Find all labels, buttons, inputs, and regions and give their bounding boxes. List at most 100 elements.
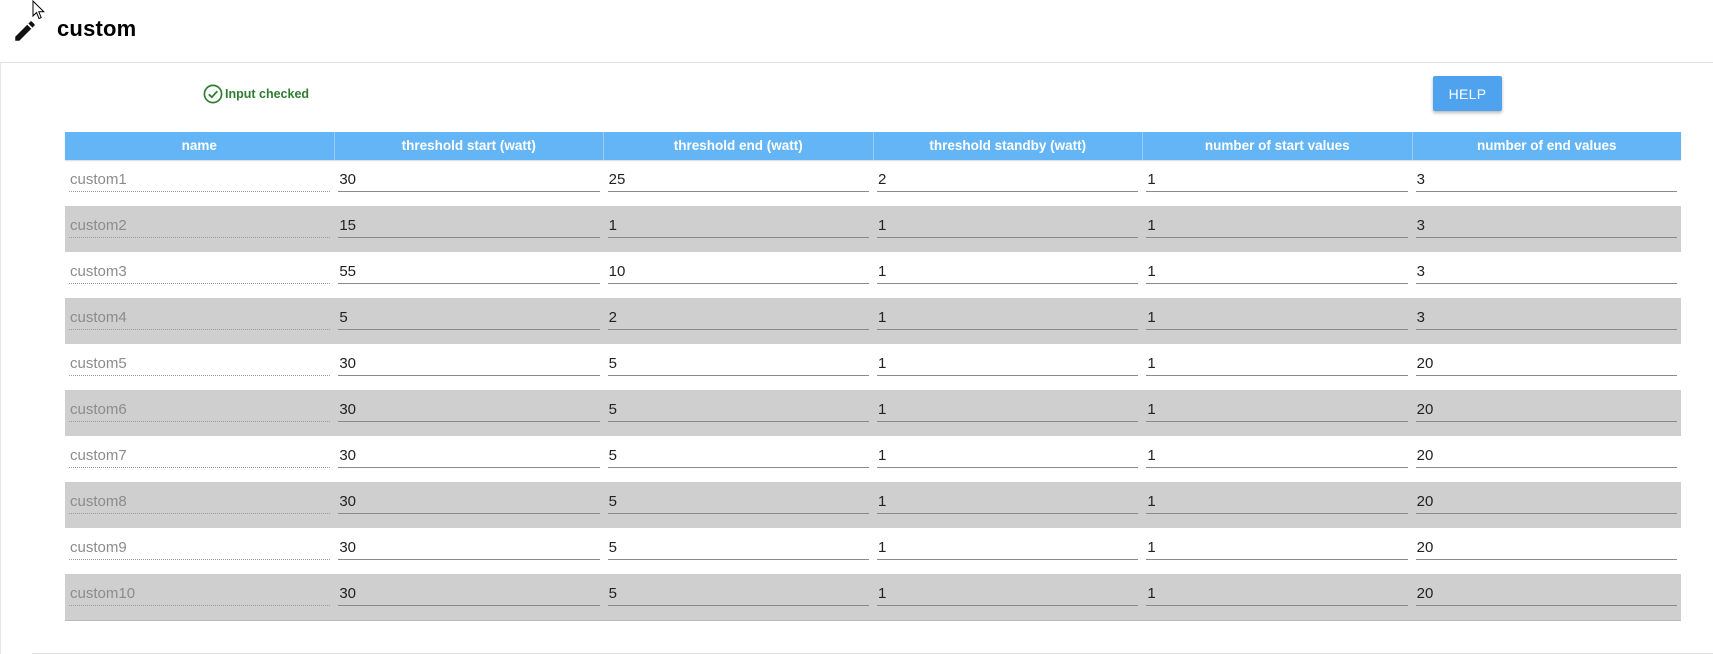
start-values-field[interactable]: 1 [1146,214,1408,238]
threshold-end-field[interactable]: 5 [607,444,869,468]
table-cell: 30 [334,574,603,620]
table-cell: custom2 [65,206,334,252]
table-cell: 1 [873,390,1142,436]
threshold-standby-field[interactable]: 2 [876,168,1139,192]
threshold-start-field[interactable]: 30 [338,398,600,422]
table-cell: 10 [604,252,873,298]
start-values-field[interactable]: 1 [1146,168,1408,192]
threshold-standby-field[interactable]: 1 [876,306,1139,330]
name-field[interactable]: custom5 [69,352,331,376]
name-field[interactable]: custom10 [69,582,331,606]
threshold-start-field[interactable]: 15 [338,214,600,238]
name-field[interactable]: custom9 [69,536,331,560]
table-cell: 1 [873,482,1142,528]
table-cell: custom7 [65,436,334,482]
table-cell: custom8 [65,482,334,528]
table-cell: 5 [604,344,873,390]
threshold-standby-field[interactable]: 1 [876,490,1139,514]
table-cell: 3 [1412,160,1681,206]
start-values-field[interactable]: 1 [1146,490,1408,514]
table-row: custom1 30 25 2 1 3 [65,160,1681,206]
table-cell: 1 [873,574,1142,620]
start-values-field[interactable]: 1 [1146,536,1408,560]
end-values-field[interactable]: 3 [1415,306,1677,330]
end-values-field[interactable]: 20 [1415,398,1677,422]
table-cell: 5 [604,528,873,574]
table-row: custom4 5 2 1 1 3 [65,298,1681,344]
end-values-field[interactable]: 3 [1415,214,1677,238]
threshold-start-field[interactable]: 30 [338,352,600,376]
start-values-field[interactable]: 1 [1146,352,1408,376]
start-values-field[interactable]: 1 [1146,260,1408,284]
threshold-end-field[interactable]: 5 [607,582,869,606]
threshold-end-field[interactable]: 5 [607,352,869,376]
threshold-start-field[interactable]: 5 [338,306,600,330]
help-button[interactable]: HELP [1433,76,1502,111]
end-values-field[interactable]: 20 [1415,352,1677,376]
table-cell: 20 [1412,344,1681,390]
table-cell: 2 [873,160,1142,206]
table-cell: 1 [1142,298,1411,344]
table-cell: 1 [1142,390,1411,436]
threshold-start-field[interactable]: 30 [338,444,600,468]
threshold-standby-field[interactable]: 1 [876,582,1139,606]
name-field[interactable]: custom4 [69,306,331,330]
name-field[interactable]: custom6 [69,398,331,422]
end-values-field[interactable]: 20 [1415,582,1677,606]
threshold-start-field[interactable]: 55 [338,260,600,284]
threshold-end-field[interactable]: 2 [607,306,869,330]
page-title: custom [57,16,137,41]
table-cell: 1 [873,206,1142,252]
table-cell: 1 [1142,252,1411,298]
threshold-standby-field[interactable]: 1 [876,260,1139,284]
table-cell: 3 [1412,298,1681,344]
column-header: number of end values [1476,138,1617,153]
start-values-field[interactable]: 1 [1146,398,1408,422]
threshold-end-field[interactable]: 5 [607,490,869,514]
threshold-start-field[interactable]: 30 [338,582,600,606]
start-values-field[interactable]: 1 [1146,582,1408,606]
end-values-field[interactable]: 20 [1415,444,1677,468]
table-row: custom5 30 5 1 1 20 [65,344,1681,390]
column-header: name [65,132,335,160]
table-header: name threshold start (watt) threshold end … [65,132,1681,160]
threshold-end-field[interactable]: 5 [607,536,869,560]
table-cell: custom10 [65,574,334,620]
name-field[interactable]: custom3 [69,260,331,284]
name-field[interactable]: custom1 [69,168,331,192]
table-cell: 1 [1142,344,1411,390]
start-values-field[interactable]: 1 [1146,306,1408,330]
threshold-end-field[interactable]: 10 [607,260,869,284]
end-values-field[interactable]: 20 [1415,536,1677,560]
threshold-standby-field[interactable]: 1 [876,398,1139,422]
threshold-start-field[interactable]: 30 [338,536,600,560]
table-cell: custom5 [65,344,334,390]
table-row: custom3 55 10 1 1 3 [65,252,1681,298]
table-cell: 5 [604,482,873,528]
table-row: custom10 30 5 1 1 20 [65,574,1681,620]
end-values-field[interactable]: 3 [1415,168,1677,192]
name-field[interactable]: custom8 [69,490,331,514]
threshold-start-field[interactable]: 30 [338,490,600,514]
table-cell: 20 [1412,390,1681,436]
threshold-end-field[interactable]: 5 [607,398,869,422]
threshold-standby-field[interactable]: 1 [876,214,1139,238]
table-cell: 1 [873,252,1142,298]
table-cell: 5 [604,436,873,482]
start-values-field[interactable]: 1 [1146,444,1408,468]
table-cell: 20 [1412,528,1681,574]
end-values-field[interactable]: 3 [1415,260,1677,284]
table-cell: 30 [334,528,603,574]
table-cell: 1 [873,436,1142,482]
threshold-standby-field[interactable]: 1 [876,444,1139,468]
name-field[interactable]: custom7 [69,444,331,468]
table-cell: 3 [1412,206,1681,252]
name-field[interactable]: custom2 [69,214,331,238]
threshold-standby-field[interactable]: 1 [876,352,1139,376]
threshold-standby-field[interactable]: 1 [876,536,1139,560]
end-values-field[interactable]: 20 [1415,490,1677,514]
check-circle-icon [203,84,223,104]
threshold-start-field[interactable]: 30 [338,168,600,192]
threshold-end-field[interactable]: 25 [607,168,869,192]
threshold-end-field[interactable]: 1 [607,214,869,238]
